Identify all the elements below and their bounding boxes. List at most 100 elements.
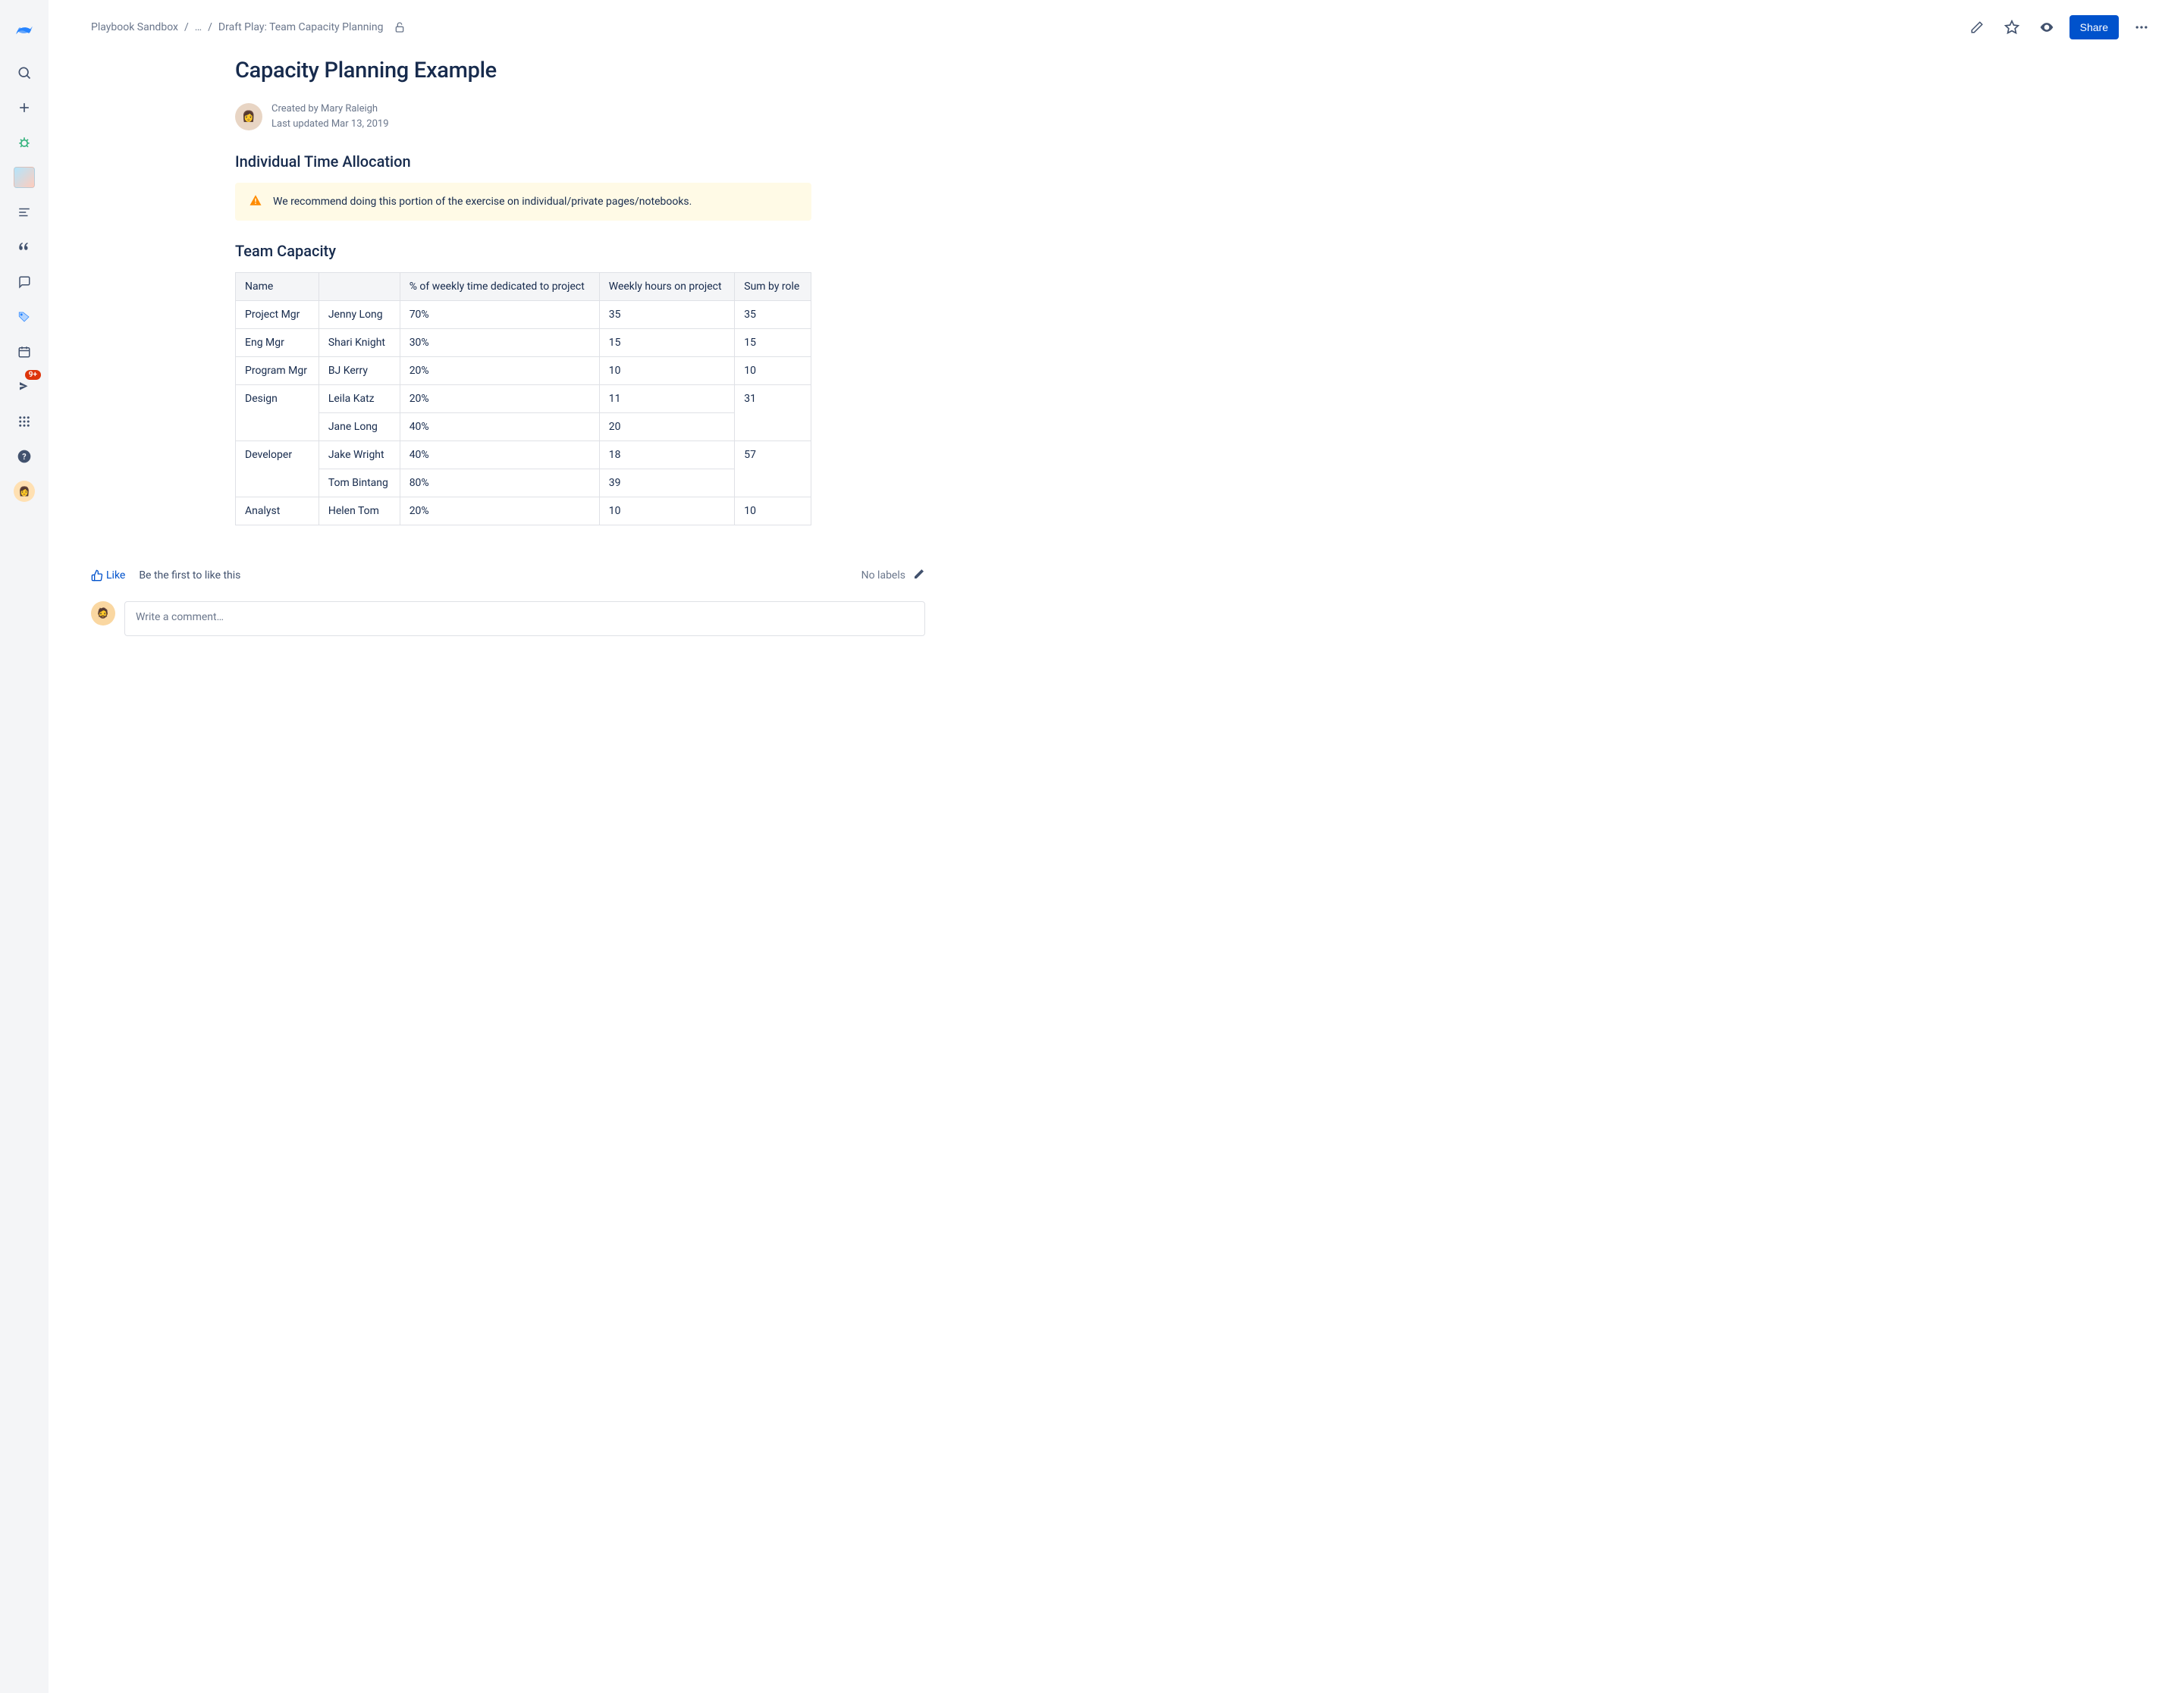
space-shortcut-icon[interactable] <box>9 162 39 193</box>
cell-person: Jake Wright <box>318 441 400 469</box>
bug-icon[interactable] <box>9 127 39 158</box>
cell-role: Design <box>236 385 319 441</box>
cell-sum: 57 <box>735 441 811 497</box>
th-blank <box>318 273 400 301</box>
cell-hours: 15 <box>599 329 735 357</box>
note-panel: We recommend doing this portion of the e… <box>235 183 811 221</box>
note-text: We recommend doing this portion of the e… <box>273 196 692 208</box>
comment-icon[interactable] <box>9 267 39 297</box>
cell-sum: 31 <box>735 385 811 441</box>
cell-role: Project Mgr <box>236 301 319 329</box>
table-row: Eng Mgr Shari Knight 30% 15 15 <box>236 329 811 357</box>
help-icon[interactable]: ? <box>9 441 39 472</box>
author-avatar[interactable]: 👩 <box>235 103 262 130</box>
cell-pct: 40% <box>400 441 599 469</box>
cell-role: Program Mgr <box>236 357 319 385</box>
table-row: Design Leila Katz 20% 11 31 <box>236 385 811 413</box>
table-header-row: Name % of weekly time dedicated to proje… <box>236 273 811 301</box>
like-button[interactable]: Like <box>91 569 125 582</box>
cell-pct: 80% <box>400 469 599 497</box>
breadcrumb-ellipsis[interactable]: … <box>195 21 202 33</box>
cell-hours: 35 <box>599 301 735 329</box>
capacity-table: Name % of weekly time dedicated to proje… <box>235 272 811 525</box>
comment-input[interactable]: Write a comment… <box>124 601 925 636</box>
cell-pct: 40% <box>400 413 599 441</box>
cell-role: Developer <box>236 441 319 497</box>
created-by-text: Created by Mary Raleigh <box>271 102 389 117</box>
th-pct: % of weekly time dedicated to project <box>400 273 599 301</box>
cell-sum: 15 <box>735 329 811 357</box>
unlocked-icon[interactable] <box>394 21 406 33</box>
th-sum: Sum by role <box>735 273 811 301</box>
cell-person: Jenny Long <box>318 301 400 329</box>
cell-pct: 20% <box>400 385 599 413</box>
confluence-logo[interactable] <box>9 15 39 45</box>
cell-pct: 70% <box>400 301 599 329</box>
cell-role: Eng Mgr <box>236 329 319 357</box>
cell-sum: 10 <box>735 497 811 525</box>
comment-composer: 🧔 Write a comment… <box>91 601 925 636</box>
cell-sum: 10 <box>735 357 811 385</box>
section-individual-heading: Individual Time Allocation <box>235 152 811 171</box>
breadcrumbs: Playbook Sandbox / … / Draft Play: Team … <box>91 21 406 33</box>
cell-person: Leila Katz <box>318 385 400 413</box>
page-actions: Share <box>1965 15 2154 39</box>
table-row: Project Mgr Jenny Long 70% 35 35 <box>236 301 811 329</box>
cell-hours: 10 <box>599 497 735 525</box>
star-icon[interactable] <box>2000 15 2024 39</box>
edit-icon[interactable] <box>1965 15 1989 39</box>
more-actions-icon[interactable] <box>2129 15 2154 39</box>
notifications-icon[interactable]: 9+ <box>9 372 39 402</box>
cell-hours: 11 <box>599 385 735 413</box>
breadcrumb-page[interactable]: Draft Play: Team Capacity Planning <box>218 21 384 33</box>
edit-labels-icon[interactable] <box>913 568 925 583</box>
notification-badge: 9+ <box>25 370 41 380</box>
cell-person: Tom Bintang <box>318 469 400 497</box>
current-user-avatar[interactable]: 🧔 <box>91 601 115 625</box>
breadcrumb-separator: / <box>184 21 189 33</box>
cell-hours: 20 <box>599 413 735 441</box>
global-sidebar: 9+ ? 👩 <box>0 0 49 1693</box>
search-icon[interactable] <box>9 58 39 88</box>
cell-person: Shari Knight <box>318 329 400 357</box>
topbar: Playbook Sandbox / … / Draft Play: Team … <box>91 0 2154 58</box>
table-row: Tom Bintang 80% 39 <box>236 469 811 497</box>
label-icon[interactable] <box>9 302 39 332</box>
watch-icon[interactable] <box>2035 15 2059 39</box>
cell-hours: 18 <box>599 441 735 469</box>
table-row: Developer Jake Wright 40% 18 57 <box>236 441 811 469</box>
cell-pct: 30% <box>400 329 599 357</box>
cell-pct: 20% <box>400 497 599 525</box>
last-updated-text: Last updated Mar 13, 2019 <box>271 117 389 132</box>
th-name: Name <box>236 273 319 301</box>
no-labels-text: No labels <box>861 569 905 582</box>
page-title: Capacity Planning Example <box>235 58 811 83</box>
page-body: Capacity Planning Example 👩 Created by M… <box>235 58 811 525</box>
page-footer: Like Be the first to like this No labels <box>91 568 925 583</box>
app-switcher-icon[interactable] <box>9 406 39 437</box>
like-label: Like <box>106 569 125 582</box>
page-byline: 👩 Created by Mary Raleigh Last updated M… <box>235 102 811 131</box>
svg-text:?: ? <box>22 452 26 462</box>
like-status-text: Be the first to like this <box>139 569 240 582</box>
align-left-icon[interactable] <box>9 197 39 227</box>
breadcrumb-separator: / <box>208 21 212 33</box>
cell-person: Helen Tom <box>318 497 400 525</box>
create-icon[interactable] <box>9 92 39 123</box>
cell-person: BJ Kerry <box>318 357 400 385</box>
cell-sum: 35 <box>735 301 811 329</box>
cell-hours: 39 <box>599 469 735 497</box>
cell-hours: 10 <box>599 357 735 385</box>
cell-role: Analyst <box>236 497 319 525</box>
share-button[interactable]: Share <box>2069 15 2119 39</box>
calendar-icon[interactable] <box>9 337 39 367</box>
quote-icon[interactable] <box>9 232 39 262</box>
profile-avatar[interactable]: 👩 <box>9 476 39 506</box>
table-row: Jane Long 40% 20 <box>236 413 811 441</box>
cell-pct: 20% <box>400 357 599 385</box>
table-row: Analyst Helen Tom 20% 10 10 <box>236 497 811 525</box>
cell-person: Jane Long <box>318 413 400 441</box>
th-hours: Weekly hours on project <box>599 273 735 301</box>
breadcrumb-space[interactable]: Playbook Sandbox <box>91 21 178 33</box>
section-team-heading: Team Capacity <box>235 242 811 260</box>
